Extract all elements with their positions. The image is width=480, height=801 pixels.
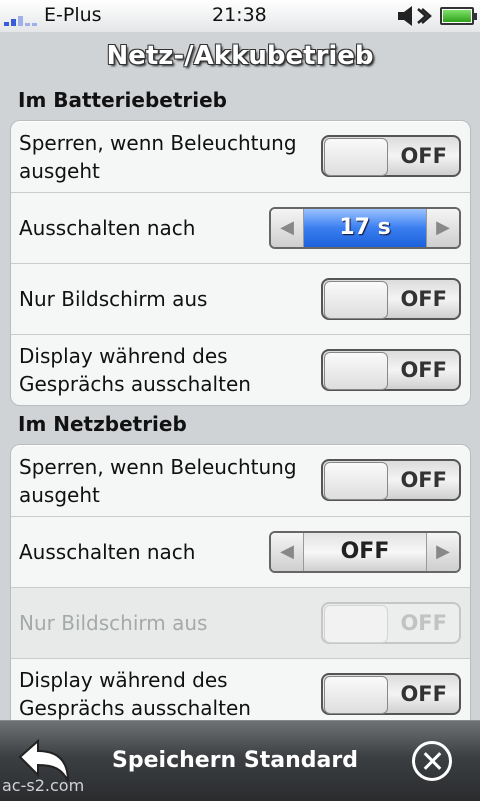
setting-row-lock-on-backlight-off: Sperren, wenn Beleuchtung ausgeht OFF	[11, 121, 470, 192]
setting-label: Sperren, wenn Beleuchtung ausgeht	[19, 130, 297, 183]
display-off-during-call-toggle[interactable]: OFF	[321, 673, 461, 715]
setting-label: Nur Bildschirm aus	[19, 611, 208, 635]
battery-icon	[440, 7, 477, 25]
screen-off-only-toggle[interactable]: OFF	[321, 278, 461, 320]
increase-arrow-icon[interactable]: ▶	[426, 533, 459, 571]
status-clock: 21:38	[212, 4, 267, 26]
speaker-muted-icon	[398, 6, 432, 26]
toggle-knob	[324, 605, 388, 643]
increase-arrow-icon[interactable]: ▶	[426, 209, 459, 247]
close-circle-icon[interactable]	[412, 741, 452, 781]
lock-on-backlight-off-toggle[interactable]: OFF	[321, 459, 461, 501]
signal-strength-icon	[4, 8, 38, 26]
settings-group-mains: Sperren, wenn Beleuchtung ausgeht OFF Au…	[10, 444, 471, 746]
toggle-knob	[324, 138, 388, 176]
setting-label: Ausschalten nach	[19, 216, 196, 240]
setting-row-display-off-during-call: Display während des Gesprächs ausschalte…	[11, 658, 470, 729]
turn-off-after-stepper[interactable]: ◀ 17 s ▶	[269, 207, 461, 249]
toggle-state: OFF	[400, 287, 447, 311]
save-default-button[interactable]: Speichern Standard	[100, 721, 370, 801]
decrease-arrow-icon[interactable]: ◀	[271, 209, 304, 247]
status-bar: E-Plus 21:38	[0, 0, 480, 32]
setting-row-turn-off-after: Ausschalten nach ◀ 17 s ▶	[11, 192, 470, 263]
carrier-name: E-Plus	[44, 4, 102, 26]
lock-on-backlight-off-toggle[interactable]: OFF	[321, 135, 461, 177]
setting-label: Display während des Gesprächs ausschalte…	[19, 668, 251, 720]
toggle-state: OFF	[400, 358, 447, 382]
setting-row-screen-off-only: Nur Bildschirm aus OFF	[11, 587, 470, 658]
setting-label: Display während des Gesprächs ausschalte…	[19, 344, 251, 396]
toggle-knob	[324, 281, 388, 319]
section-header-battery: Im Batteriebetrieb	[18, 88, 227, 112]
toggle-state: OFF	[400, 468, 447, 492]
turn-off-after-stepper[interactable]: ◀ OFF ▶	[269, 531, 461, 573]
setting-label: Nur Bildschirm aus	[19, 287, 208, 311]
setting-row-display-off-during-call: Display während des Gesprächs ausschalte…	[11, 334, 470, 405]
stepper-value: 17 s	[304, 209, 426, 247]
watermark: ac-s2.com	[2, 776, 85, 795]
toggle-knob	[324, 352, 388, 390]
settings-group-battery: Sperren, wenn Beleuchtung ausgeht OFF Au…	[10, 120, 471, 406]
toggle-state: OFF	[400, 682, 447, 706]
toggle-state: OFF	[400, 611, 447, 635]
setting-label: Sperren, wenn Beleuchtung ausgeht	[19, 454, 297, 507]
setting-row-screen-off-only: Nur Bildschirm aus OFF	[11, 263, 470, 334]
display-off-during-call-toggle[interactable]: OFF	[321, 349, 461, 391]
toggle-knob	[324, 462, 388, 500]
screen-off-only-toggle: OFF	[321, 602, 461, 644]
toggle-state: OFF	[400, 144, 447, 168]
toggle-knob	[324, 676, 388, 714]
setting-label: Ausschalten nach	[19, 540, 196, 564]
setting-row-lock-on-backlight-off: Sperren, wenn Beleuchtung ausgeht OFF	[11, 445, 470, 516]
title-bar: Netz-/Akkubetrieb	[0, 32, 480, 80]
section-header-mains: Im Netzbetrieb	[18, 412, 187, 436]
stepper-value: OFF	[340, 539, 390, 564]
page-title: Netz-/Akkubetrieb	[106, 41, 374, 71]
decrease-arrow-icon[interactable]: ◀	[271, 533, 304, 571]
setting-row-turn-off-after: Ausschalten nach ◀ OFF ▶	[11, 516, 470, 587]
